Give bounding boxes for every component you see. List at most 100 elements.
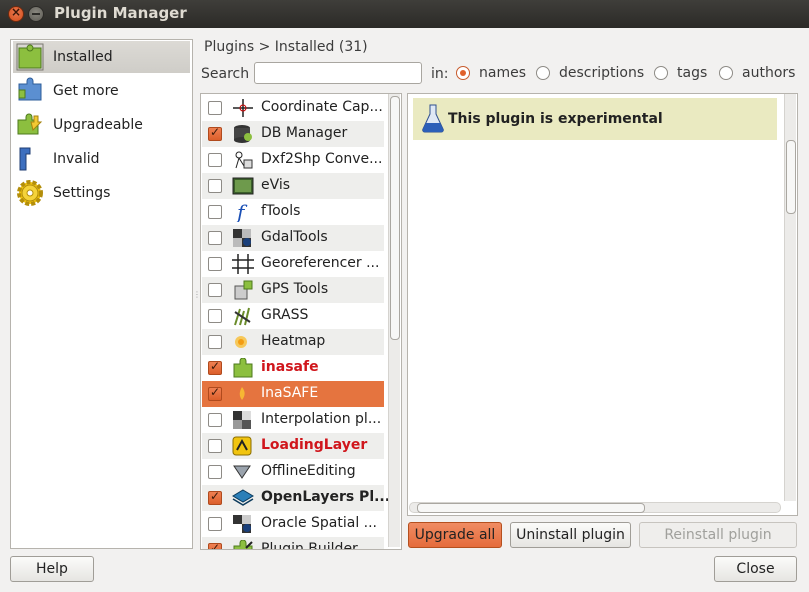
plugin-row-openlayers[interactable]: OpenLayers Pl... bbox=[202, 485, 390, 511]
close-icon: × bbox=[10, 5, 22, 19]
plugin-name: inasafe bbox=[261, 359, 319, 375]
puzzle-upgrade-icon bbox=[17, 113, 43, 135]
plugin-checkbox[interactable] bbox=[208, 101, 222, 115]
plugin-checkbox[interactable] bbox=[208, 179, 222, 193]
reinstall-plugin-button[interactable]: Reinstall plugin bbox=[639, 522, 797, 548]
sidebar-item-installed[interactable]: Installed bbox=[13, 41, 190, 73]
search-in-label: in: bbox=[431, 66, 449, 82]
flame-icon bbox=[239, 387, 245, 400]
plugin-row-plugin-builder[interactable]: Plugin Builder bbox=[202, 537, 384, 550]
gear-icon bbox=[17, 180, 43, 206]
openlayers-icon bbox=[232, 489, 254, 506]
scrollbar-thumb[interactable] bbox=[390, 96, 400, 340]
flask-icon bbox=[422, 104, 444, 133]
sidebar: Installed Get more Upgradeable Invalid S… bbox=[10, 39, 193, 549]
search-input[interactable] bbox=[254, 62, 422, 84]
plugin-row-inasafe[interactable]: InaSAFE bbox=[202, 381, 384, 407]
plugin-checkbox[interactable] bbox=[208, 517, 222, 531]
sidebar-item-get-more[interactable]: Get more bbox=[13, 75, 190, 107]
plugin-details-panel: This plugin is experimental bbox=[407, 93, 798, 516]
plugin-name: DB Manager bbox=[261, 125, 348, 141]
scrollbar-thumb[interactable] bbox=[417, 503, 645, 513]
sidebar-item-label: Get more bbox=[53, 83, 119, 99]
search-label: Search bbox=[201, 66, 250, 82]
plugin-checkbox[interactable] bbox=[208, 125, 222, 141]
title-bar: × Plugin Manager bbox=[0, 0, 809, 28]
svg-text:f: f bbox=[235, 202, 248, 222]
minimize-window-button[interactable] bbox=[28, 6, 44, 22]
close-window-button[interactable]: × bbox=[8, 5, 24, 22]
plugin-row-evis[interactable]: eVis bbox=[202, 173, 384, 199]
ftools-icon: f bbox=[235, 202, 248, 222]
plugin-row-inasafe-lower[interactable]: inasafe bbox=[202, 355, 384, 381]
plugin-row-dxf2shp[interactable]: Dxf2Shp Conve... bbox=[202, 147, 384, 173]
plugin-name: Coordinate Cap... bbox=[261, 99, 383, 115]
plugin-name: GdalTools bbox=[261, 229, 328, 245]
radio-tags[interactable] bbox=[654, 66, 668, 80]
plugin-name: Dxf2Shp Conve... bbox=[261, 151, 383, 167]
plugin-checkbox[interactable] bbox=[208, 257, 222, 271]
plugin-row-gps-tools[interactable]: GPS Tools bbox=[202, 277, 384, 303]
radio-names[interactable] bbox=[456, 66, 470, 80]
plugin-name: Plugin Builder bbox=[261, 541, 358, 550]
gdal-icon bbox=[233, 229, 251, 247]
splitter-handle[interactable]: ⋮ bbox=[193, 290, 201, 299]
sidebar-item-label: Installed bbox=[53, 49, 113, 65]
plugin-checkbox[interactable] bbox=[208, 359, 222, 375]
sidebar-item-settings[interactable]: Settings bbox=[13, 177, 190, 209]
plugin-name: OfflineEditing bbox=[261, 463, 356, 479]
plugin-row-gdaltools[interactable]: GdalTools bbox=[202, 225, 384, 251]
plugin-list-scrollbar[interactable] bbox=[388, 94, 400, 547]
radio-authors[interactable] bbox=[719, 66, 733, 80]
plugin-builder-icon bbox=[233, 540, 253, 549]
grid-icon bbox=[232, 254, 254, 274]
sidebar-item-invalid[interactable]: Invalid bbox=[13, 143, 190, 175]
crosshair-icon bbox=[233, 99, 253, 117]
puzzle-icon bbox=[233, 358, 253, 378]
plugin-checkbox[interactable] bbox=[208, 205, 222, 219]
puzzle-installed-icon bbox=[16, 43, 44, 71]
plugin-checkbox[interactable] bbox=[208, 385, 222, 401]
plugin-row-georeferencer[interactable]: Georeferencer ... bbox=[202, 251, 384, 277]
plugin-row-loadinglayer[interactable]: LoadingLayer bbox=[202, 433, 384, 459]
sidebar-item-upgradeable[interactable]: Upgradeable bbox=[13, 109, 190, 141]
plugin-row-ftools[interactable]: f fTools bbox=[202, 199, 384, 225]
plugin-row-coordinate-capture[interactable]: Coordinate Cap... bbox=[202, 95, 384, 121]
plugin-row-db-manager[interactable]: DB Manager bbox=[202, 121, 384, 147]
plugin-name: eVis bbox=[261, 177, 291, 193]
scrollbar-thumb[interactable] bbox=[786, 140, 796, 214]
plugin-row-heatmap[interactable]: Heatmap bbox=[202, 329, 384, 355]
help-button[interactable]: Help bbox=[10, 556, 94, 582]
plugin-name: Heatmap bbox=[261, 333, 326, 349]
plugin-checkbox[interactable] bbox=[208, 231, 222, 245]
offline-editing-icon bbox=[233, 465, 251, 479]
uninstall-plugin-button[interactable]: Uninstall plugin bbox=[510, 522, 631, 548]
details-horizontal-scrollbar[interactable] bbox=[409, 502, 781, 514]
plugin-row-interpolation[interactable]: Interpolation pl... bbox=[202, 407, 384, 433]
radio-descriptions[interactable] bbox=[536, 66, 550, 80]
plugin-checkbox[interactable] bbox=[208, 413, 222, 427]
gps-icon bbox=[234, 280, 253, 300]
plugin-row-grass[interactable]: GRASS bbox=[202, 303, 384, 329]
plugin-row-offline-editing[interactable]: OfflineEditing bbox=[202, 459, 384, 485]
details-scrollbar[interactable] bbox=[784, 94, 796, 501]
plugin-row-oracle-spatial[interactable]: Oracle Spatial ... bbox=[202, 511, 384, 537]
plugin-checkbox[interactable] bbox=[208, 439, 222, 453]
plugin-checkbox[interactable] bbox=[208, 541, 222, 549]
radio-names-label: names bbox=[479, 65, 526, 81]
experimental-text: This plugin is experimental bbox=[448, 111, 663, 127]
plugin-name: Georeferencer ... bbox=[261, 255, 380, 271]
plugin-checkbox[interactable] bbox=[208, 465, 222, 479]
plugin-checkbox[interactable] bbox=[208, 309, 222, 323]
plugin-checkbox[interactable] bbox=[208, 283, 222, 297]
plugin-name: Oracle Spatial ... bbox=[261, 515, 378, 531]
plugin-checkbox[interactable] bbox=[208, 153, 222, 167]
close-button[interactable]: Close bbox=[714, 556, 797, 582]
oracle-icon bbox=[233, 515, 251, 533]
plugin-checkbox[interactable] bbox=[208, 335, 222, 349]
puzzle-download-icon bbox=[18, 77, 42, 101]
heatmap-icon bbox=[235, 336, 247, 348]
plugin-name: GRASS bbox=[261, 307, 309, 323]
plugin-checkbox[interactable] bbox=[208, 489, 222, 505]
upgrade-all-button[interactable]: Upgrade all bbox=[408, 522, 502, 548]
